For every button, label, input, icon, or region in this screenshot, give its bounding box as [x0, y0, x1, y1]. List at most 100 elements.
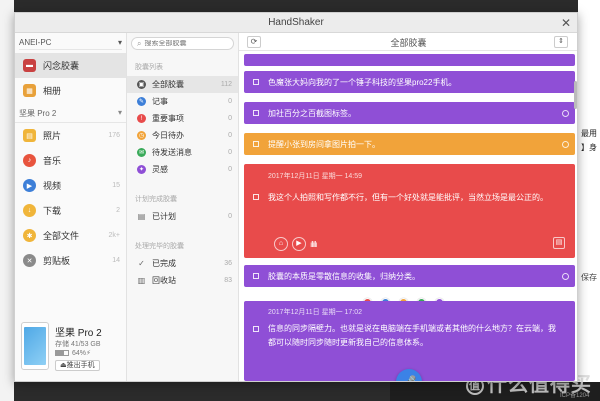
category-item-trash[interactable]: ▥ 回收站 83	[127, 272, 238, 289]
sidebar-item-count: 15	[112, 182, 120, 189]
attachment-icon[interactable]: ⌂	[274, 237, 288, 251]
clock-icon	[562, 110, 569, 117]
background-text: 最用	[581, 129, 597, 138]
category-item-messages[interactable]: ✉ 待发送消息 0	[127, 144, 238, 161]
battery-status: 64% ⚡	[55, 349, 91, 357]
sort-icon[interactable]: ⇕	[554, 36, 568, 48]
phone-image	[21, 322, 49, 370]
note-card[interactable]	[244, 54, 575, 66]
sidebar-item-label: 全部文件	[43, 231, 80, 241]
device-header[interactable]: 坚果 Pro 2 ▾	[15, 103, 126, 123]
audio-player[interactable]: ⌂ ▶ ıllıllı	[274, 237, 318, 251]
device-select-value: ANEI-PC	[19, 38, 52, 47]
notes-title: 全部胶囊	[390, 38, 427, 48]
sidebar-item-video[interactable]: ▶ 视频 15	[15, 173, 126, 198]
note-card-expanded[interactable]: 2017年12月11日 星期一 14:59 我这个人拍照和写作都不行，但有一个好…	[244, 164, 575, 258]
close-icon[interactable]: ✕	[561, 16, 571, 30]
eject-phone-button[interactable]: ⏏推出手机	[55, 360, 100, 371]
note-checkbox[interactable]	[253, 326, 259, 332]
category-count: 0	[228, 213, 232, 220]
note-text-line2: 都可以随时同步随时更新我自己的信息体系。	[268, 338, 428, 347]
sidebar-item-label: 音乐	[43, 156, 62, 166]
device-card: 坚果 Pro 2 存储 41/53 GB 64% ⚡ ⏏推出手机	[21, 322, 121, 372]
note-card[interactable]: 加社百分之百截图标签。	[244, 102, 575, 124]
category-item-inspiration[interactable]: ✦ 灵感 0	[127, 161, 238, 178]
album-icon: ▦	[23, 84, 36, 97]
important-icon: !	[137, 114, 146, 123]
category-count: 0	[228, 166, 232, 173]
category-item-planned[interactable]: ▤ 已计划 0	[127, 208, 238, 225]
sidebar-item-photos[interactable]: ▤ 照片 176	[15, 123, 126, 148]
note-card[interactable]: 胶囊的本质是零散信息的收集，归纳分类。	[244, 265, 575, 287]
sidebar-item-label: 下载	[43, 206, 62, 216]
category-count: 0	[228, 132, 232, 139]
note-text: 我这个人拍照和写作都不行，但有一个好处就是能批评，当然立场是最公正的。	[268, 193, 548, 202]
category-label: 灵感	[152, 165, 168, 174]
photo-icon: ▤	[23, 129, 36, 142]
capsule-icon: ▬	[23, 59, 36, 72]
music-icon: ♪	[23, 154, 36, 167]
sidebar-item-album[interactable]: ▦ 相册	[15, 78, 126, 103]
note-card[interactable]: 提醒小张到房间拿图片拍一下。	[244, 133, 575, 155]
notes-icon: ✎	[137, 97, 146, 106]
category-count: 0	[228, 115, 232, 122]
eject-phone-label: 推出手机	[66, 362, 95, 369]
chevron-down-icon: ▾	[117, 108, 122, 117]
notes-panel: ⟳ 全部胶囊 ⇕ 色魔张大妈向我的了一个锤子科技的坚果pro22手机。 加社百分…	[239, 33, 577, 381]
note-checkbox[interactable]	[253, 110, 259, 116]
sidebar-item-label: 视频	[43, 181, 62, 191]
download-icon: ↓	[23, 204, 36, 217]
calendar-icon: ▤	[137, 212, 146, 221]
background-left	[0, 0, 14, 401]
sidebar-item-label: 照片	[43, 131, 62, 141]
section-header: 处理完毕的胶囊	[135, 243, 184, 250]
sidebar-item-count: 176	[108, 132, 120, 139]
delete-icon[interactable]: ▤	[553, 237, 565, 249]
sidebar-item-capsules[interactable]: ▬ 闪念胶囊	[15, 53, 126, 78]
search-icon: ⌕	[137, 38, 142, 48]
play-icon[interactable]: ▶	[292, 237, 306, 251]
note-timestamp: 2017年12月11日 星期一 17:02	[268, 309, 363, 316]
category-item-done[interactable]: ✓ 已完成 36	[127, 255, 238, 272]
note-text: 提醒小张到房间拿图片拍一下。	[268, 140, 380, 149]
note-text: 胶囊的本质是零散信息的收集，归纳分类。	[268, 272, 420, 281]
device-sidebar: ANEI-PC ▾ ▬ 闪念胶囊 ▦ 相册 坚果 Pro 2 ▾ ▤ 照片 17…	[15, 33, 127, 381]
sidebar-item-download[interactable]: ↓ 下载 2	[15, 198, 126, 223]
sidebar-item-music[interactable]: ♪ 音乐	[15, 148, 126, 173]
title-bar: HandShaker ✕	[15, 13, 577, 33]
eject-icon: ⏏	[60, 362, 67, 369]
category-panel: ⌕ 胶囊列表 ▣ 全部胶囊 112 ✎ 记事 0 ! 重要事项 0 ◷ 今日待办…	[127, 33, 239, 381]
category-label: 回收站	[152, 276, 176, 285]
category-label: 记事	[152, 97, 168, 106]
search-input[interactable]	[144, 40, 225, 47]
note-checkbox[interactable]	[253, 79, 259, 85]
search-box[interactable]: ⌕	[131, 37, 234, 50]
category-item-all[interactable]: ▣ 全部胶囊 112	[127, 76, 238, 93]
waveform-icon: ıllıllı	[310, 239, 318, 249]
section-header: 胶囊列表	[135, 64, 163, 71]
category-item-todo[interactable]: ◷ 今日待办 0	[127, 127, 238, 144]
lightbulb-icon: ✦	[137, 165, 146, 174]
sidebar-item-clipboard[interactable]: ✕ 剪贴板 14	[15, 248, 126, 273]
check-icon: ✓	[138, 259, 145, 268]
app-window: HandShaker ✕ ANEI-PC ▾ ▬ 闪念胶囊 ▦ 相册 坚果 Pr…	[14, 12, 578, 382]
note-text: 加社百分之百截图标签。	[268, 109, 356, 118]
category-count: 112	[220, 81, 232, 88]
background-text: 保存	[581, 273, 597, 282]
background-right: 最用 】身 保存	[578, 0, 600, 401]
scrollbar[interactable]	[574, 81, 577, 109]
category-item-important[interactable]: ! 重要事项 0	[127, 110, 238, 127]
category-item-notes[interactable]: ✎ 记事 0	[127, 93, 238, 110]
notes-toolbar: ⟳ 全部胶囊 ⇕	[239, 33, 577, 51]
trash-icon: ▥	[137, 276, 146, 285]
note-checkbox[interactable]	[253, 273, 259, 279]
clock-icon	[562, 141, 569, 148]
note-checkbox[interactable]	[253, 194, 259, 200]
note-card[interactable]: 色魔张大妈向我的了一个锤子科技的坚果pro22手机。	[244, 71, 575, 93]
device-select[interactable]: ANEI-PC ▾	[19, 36, 122, 50]
device-name: 坚果 Pro 2	[55, 328, 102, 339]
sidebar-item-all-files[interactable]: ✱ 全部文件 2k+	[15, 223, 126, 248]
note-checkbox[interactable]	[253, 141, 259, 147]
category-count: 0	[228, 98, 232, 105]
device-storage: 存储 41/53 GB	[55, 341, 101, 348]
